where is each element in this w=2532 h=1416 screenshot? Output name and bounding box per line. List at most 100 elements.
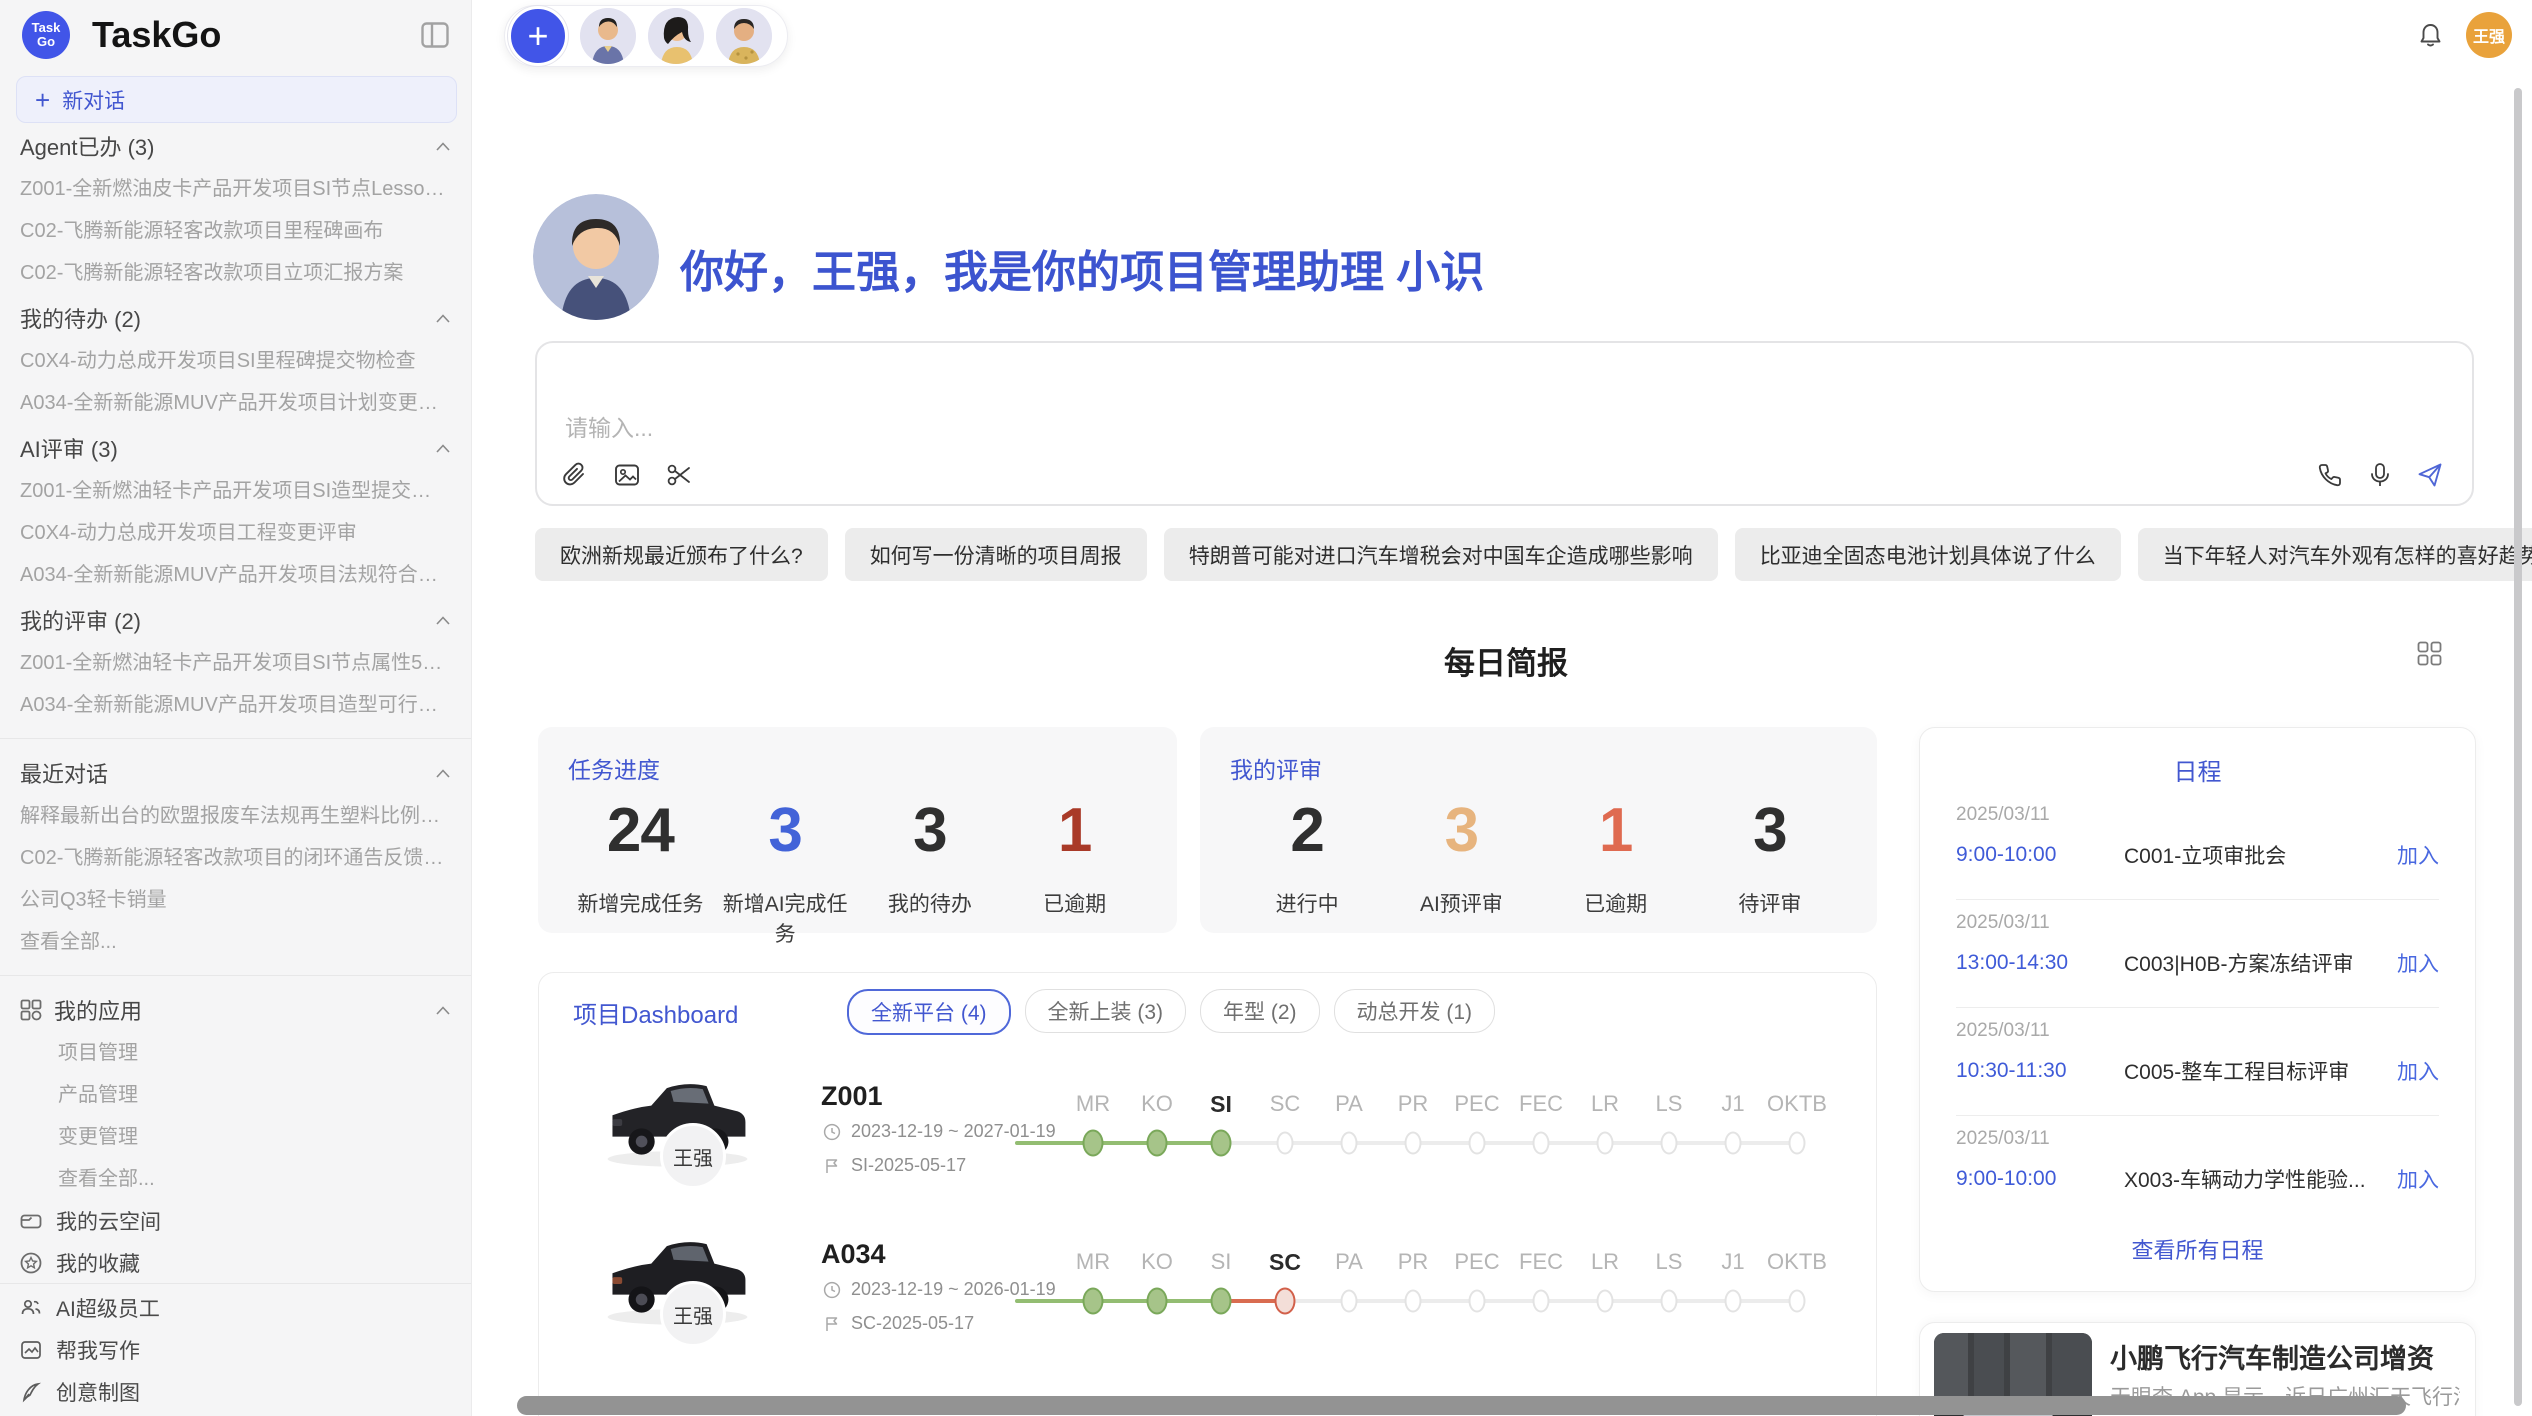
write-helper-label: 帮我写作: [56, 1335, 140, 1365]
milestone-label: SC: [1269, 1247, 1301, 1277]
my-apps-list: 项目管理产品管理变更管理查看全部...: [20, 1032, 451, 1200]
project-row[interactable]: 王强 Z001 2023-12-19 ~ 2027-01-19 SI-2025-…: [539, 1059, 1876, 1209]
image-icon[interactable]: [613, 461, 641, 489]
recent-chat-item[interactable]: 公司Q3轻卡销量: [20, 879, 451, 921]
recent-chat-item[interactable]: C02-飞腾新能源轻客改款项目的闭环通告反馈情况: [20, 837, 451, 879]
app-item[interactable]: 产品管理: [20, 1074, 451, 1116]
task-item[interactable]: A034-全新新能源MUV产品开发项目计划变更表编写: [20, 382, 451, 424]
sidebar-header: Task Go TaskGo: [0, 0, 471, 70]
cloud-space-label: 我的云空间: [56, 1206, 161, 1236]
task-item[interactable]: C0X4-动力总成开发项目工程变更评审: [20, 512, 451, 554]
section-header-agent-done[interactable]: Agent已办 (3): [20, 124, 451, 168]
milestone-dot: [1405, 1132, 1422, 1155]
attachment-icon[interactable]: [561, 461, 589, 489]
tab-powertrain[interactable]: 动总开发 (1): [1334, 989, 1496, 1033]
my-todo-list: C0X4-动力总成开发项目SI里程碑提交物检查A034-全新新能源MUV产品开发…: [20, 340, 451, 424]
project-owner-badge: 王强: [660, 1281, 726, 1347]
join-link[interactable]: 加入: [2397, 1164, 2439, 1194]
horizontal-scrollbar[interactable]: [517, 1396, 2406, 1415]
metric-label: 我的待办: [858, 888, 1003, 918]
member-avatar[interactable]: [716, 8, 772, 64]
microphone-icon[interactable]: [2366, 461, 2394, 489]
new-chat-button[interactable]: + 新对话: [16, 76, 457, 123]
project-date-range: 2023-12-19 ~ 2026-01-19: [851, 1279, 1056, 1300]
vertical-scrollbar[interactable]: [2514, 88, 2522, 1406]
sidebar-item-ai-staff[interactable]: AI超级员工: [20, 1287, 451, 1329]
app-item[interactable]: 查看全部...: [20, 1158, 451, 1200]
member-avatar[interactable]: [580, 8, 636, 64]
suggestion-chip[interactable]: 比亚迪全固态电池计划具体说了什么: [1735, 528, 2121, 581]
send-icon[interactable]: [2416, 461, 2444, 489]
metric: 3 我的待办: [858, 795, 1003, 948]
app-item[interactable]: 变更管理: [20, 1116, 451, 1158]
suggestion-chip[interactable]: 欧洲新规最近颁布了什么?: [535, 528, 828, 581]
section-header-my-review[interactable]: 我的评审 (2): [20, 598, 451, 642]
section-header-recent-chats[interactable]: 最近对话: [20, 751, 451, 795]
tab-new-body[interactable]: 全新上装 (3): [1025, 989, 1187, 1033]
section-title: AI评审 (3): [20, 432, 118, 464]
task-item[interactable]: Z001-全新燃油轻卡产品开发项目SI造型提交物评审: [20, 470, 451, 512]
section-title: 我的评审 (2): [20, 604, 141, 636]
dashboard-title: 项目Dashboard: [573, 995, 738, 1030]
view-all-schedule-link[interactable]: 查看所有日程: [1920, 1233, 2475, 1265]
scissors-icon[interactable]: [665, 461, 693, 489]
sidebar-item-creative-draw[interactable]: 创意制图: [20, 1371, 451, 1413]
suggestion-chip[interactable]: 当下年轻人对汽车外观有怎样的喜好趋势: [2138, 528, 2532, 581]
tab-new-platform[interactable]: 全新平台 (4): [847, 989, 1011, 1035]
schedule-date: 2025/03/11: [1956, 1128, 2439, 1150]
milestone-label: SI: [1210, 1089, 1232, 1119]
project-row[interactable]: 王强 A034 2023-12-19 ~ 2026-01-19 SC-2025-…: [539, 1217, 1876, 1367]
input-tools-right: [2316, 461, 2444, 489]
chat-input[interactable]: 请输入...: [535, 341, 2474, 506]
add-member-button[interactable]: +: [508, 6, 568, 66]
app-item[interactable]: 项目管理: [20, 1032, 451, 1074]
quill-pen-icon: [20, 1381, 42, 1403]
task-item[interactable]: C02-飞腾新能源轻客改款项目立项汇报方案: [20, 252, 451, 294]
join-link[interactable]: 加入: [2397, 1056, 2439, 1086]
sidebar-item-write-helper[interactable]: 帮我写作: [20, 1329, 451, 1371]
section-header-my-todo[interactable]: 我的待办 (2): [20, 296, 451, 340]
task-item[interactable]: C02-飞腾新能源轻客改款项目里程碑画布: [20, 210, 451, 252]
metric-label: 进行中: [1230, 888, 1384, 918]
layout-grid-icon[interactable]: [2417, 641, 2442, 666]
metric: 24 新增完成任务: [568, 795, 713, 948]
news-title: 小鹏飞行汽车制造公司增资: [2110, 1337, 2434, 1376]
task-item[interactable]: Z001-全新燃油轻卡产品开发项目SI节点属性5D文件评审: [20, 642, 451, 684]
recent-chat-item[interactable]: 解释最新出台的欧盟报废车法规再生塑料比例被调至15%...: [20, 795, 451, 837]
logo-text-2: Go: [37, 35, 55, 49]
project-name: A034: [821, 1239, 886, 1270]
section-header-ai-review[interactable]: AI评审 (3): [20, 426, 451, 470]
section-header-my-apps[interactable]: 我的应用: [20, 988, 451, 1032]
milestone-label: LR: [1591, 1247, 1619, 1277]
user-avatar[interactable]: 王强: [2466, 12, 2512, 58]
notification-bell-icon[interactable]: [2417, 22, 2444, 49]
metric-value: 24: [568, 795, 713, 866]
milestone-dot: [1597, 1290, 1614, 1313]
tab-year-model[interactable]: 年型 (2): [1200, 989, 1320, 1033]
task-item[interactable]: A034-全新新能源MUV产品开发项目法规符合性评审: [20, 554, 451, 596]
suggestion-chip[interactable]: 特朗普可能对进口汽车增税会对中国车企造成哪些影响: [1164, 528, 1718, 581]
schedule-time: 13:00-14:30: [1956, 951, 2124, 975]
section-title: 最近对话: [20, 757, 108, 789]
task-item[interactable]: Z001-全新燃油皮卡产品开发项目SI节点Lesson Learn报告: [20, 168, 451, 210]
task-item[interactable]: C0X4-动力总成开发项目SI里程碑提交物检查: [20, 340, 451, 382]
task-item[interactable]: A034-全新新能源MUV产品开发项目造型可行性评审: [20, 684, 451, 726]
my-review-metrics: 2 进行中 3 AI预评审 1 已逾期 3 待: [1230, 795, 1847, 918]
sidebar-item-cloud-space[interactable]: 我的云空间: [20, 1200, 451, 1242]
milestone-dot: [1725, 1290, 1742, 1313]
schedule-item: 2025/03/11 13:00-14:30 C003|H0B-方案冻结评审 加…: [1956, 900, 2439, 1008]
milestone-label: PR: [1398, 1247, 1429, 1277]
project-date-range: 2023-12-19 ~ 2027-01-19: [851, 1121, 1056, 1142]
phone-call-icon[interactable]: [2316, 461, 2344, 489]
suggestion-chip[interactable]: 如何写一份清晰的项目周报: [845, 528, 1147, 581]
sidebar-collapse-icon[interactable]: [421, 22, 449, 48]
milestone-labels: MRKOSISCPAPRPECFECLRLSJ1OKTB: [1061, 1247, 1833, 1277]
join-link[interactable]: 加入: [2397, 948, 2439, 978]
sidebar-item-favorites[interactable]: 我的收藏: [20, 1242, 451, 1282]
schedule-item: 2025/03/11 9:00-10:00 C001-立项审批会 加入: [1956, 792, 2439, 900]
member-avatar[interactable]: [648, 8, 704, 64]
plus-icon: +: [35, 87, 50, 113]
recent-view-all-link[interactable]: 查看全部...: [20, 921, 451, 963]
metric-value: 1: [1002, 795, 1147, 866]
join-link[interactable]: 加入: [2397, 840, 2439, 870]
